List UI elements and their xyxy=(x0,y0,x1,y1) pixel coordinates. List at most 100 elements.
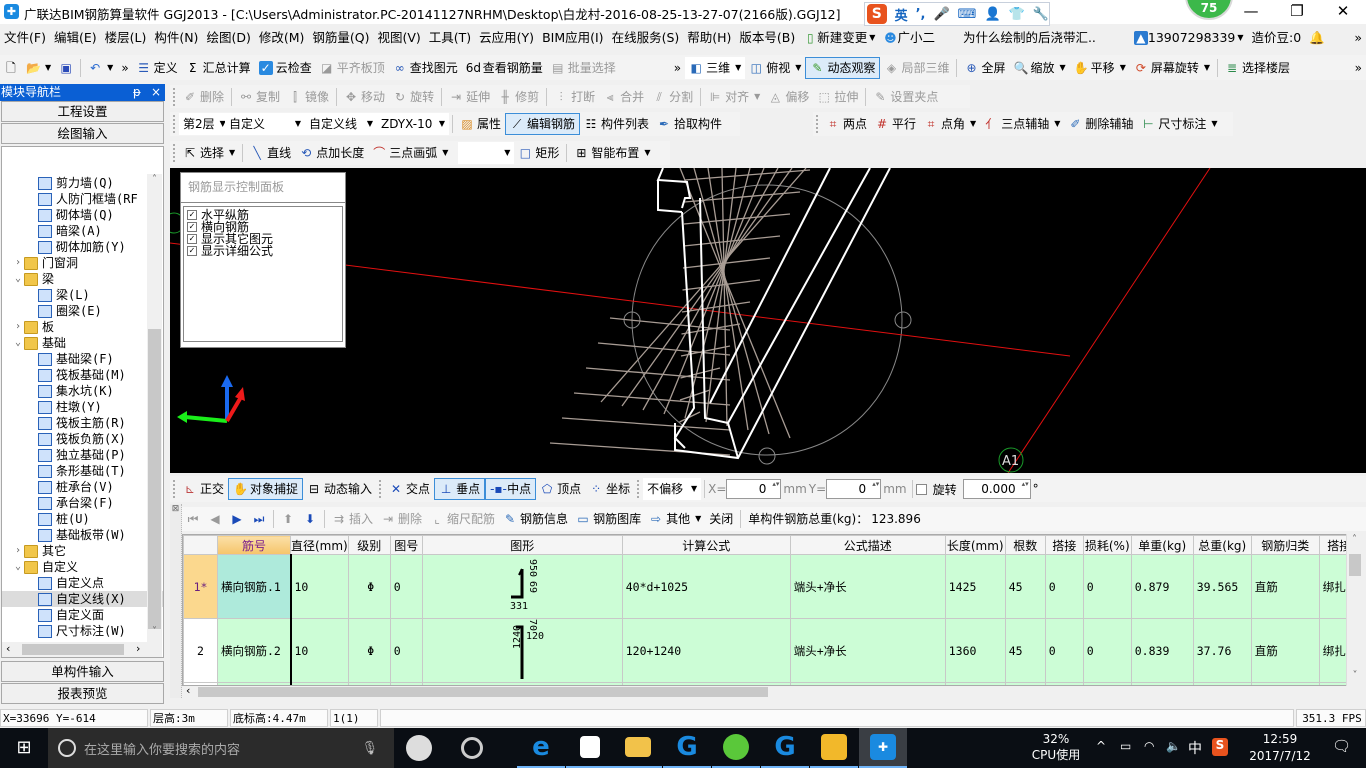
column-header[interactable]: 图号 xyxy=(389,535,423,555)
menu-draw[interactable]: 绘图(D) xyxy=(202,26,254,50)
three-point-arc-button[interactable]: ⌒ 三点画弧 ▼ xyxy=(368,142,452,164)
cell-category[interactable]: 直筋 xyxy=(1250,618,1320,683)
overflow-icon[interactable]: » xyxy=(117,57,132,79)
cell-grade[interactable]: Φ xyxy=(347,618,391,683)
cell-unit-weight[interactable]: 0.839 xyxy=(1130,618,1194,683)
checkbox[interactable]: ✓ xyxy=(187,210,197,220)
cell-count[interactable]: 45 xyxy=(1004,618,1046,683)
scroll-down-icon[interactable]: ˅ xyxy=(1347,670,1363,681)
collapse-icon[interactable]: ⌄ xyxy=(12,335,24,351)
assistant-button[interactable]: ☻ 广小二 xyxy=(879,26,939,50)
tree-item[interactable]: 筏板基础(M) xyxy=(2,367,163,383)
tree-item[interactable]: 基础梁(F) xyxy=(2,351,163,367)
cloud-check-button[interactable]: ✓ 云检查 xyxy=(255,57,316,79)
floor-select[interactable]: 第2层 ▼ xyxy=(179,113,226,135)
fullscreen-button[interactable]: ⊕ 全屏 xyxy=(960,57,1009,79)
tree-folder[interactable]: › 板 xyxy=(2,319,163,335)
menu-rebar-qty[interactable]: 钢筋量(Q) xyxy=(308,26,373,50)
bell-icon[interactable]: 🔔 xyxy=(1305,26,1329,50)
cell-length[interactable]: 1360 xyxy=(944,618,1006,683)
move-up-button[interactable]: ⬆ xyxy=(277,508,299,530)
menu-view[interactable]: 视图(V) xyxy=(373,26,424,50)
toolbar-grip[interactable] xyxy=(173,87,176,106)
point-length-button[interactable]: ⟲ 点加长度 xyxy=(295,142,368,164)
cell-fig-no[interactable]: 0 xyxy=(389,618,423,683)
collapse-icon[interactable]: ⌄ xyxy=(12,271,24,287)
move-button[interactable]: ✥ 移动 xyxy=(340,86,389,108)
news-link[interactable]: 为什么绘制的后浇带汇.. xyxy=(959,26,1100,50)
tree-item[interactable]: 自定义点 xyxy=(2,575,163,591)
rebar-info-button[interactable]: ✎ 钢筋信息 xyxy=(499,508,572,530)
cell-loss[interactable]: 0 xyxy=(1082,618,1132,683)
first-record-button[interactable]: ⏮ xyxy=(182,508,204,530)
tree-item[interactable]: 筏板主筋(R) xyxy=(2,415,163,431)
toolbar-grip[interactable] xyxy=(173,144,176,162)
taskbar-app-notify[interactable] xyxy=(448,728,496,768)
collapse-icon[interactable]: ⌄ xyxy=(12,559,24,575)
tree-item[interactable]: 自定义线(X) xyxy=(2,591,163,607)
column-header[interactable]: 总重(kg) xyxy=(1192,535,1252,555)
scroll-up-icon[interactable]: ˄ xyxy=(147,174,162,185)
microphone-icon[interactable]: 🎙 xyxy=(361,741,378,756)
user-icon[interactable]: 👤 xyxy=(984,7,1000,22)
dynamic-observe-button[interactable]: ✎ 动态观察 xyxy=(805,56,881,79)
dynamic-input-toggle[interactable]: ⊟ 动态输入 xyxy=(303,478,376,500)
cell-loss[interactable]: 0 xyxy=(1082,554,1132,619)
snap-intersection[interactable]: ✕ 交点 xyxy=(385,478,434,500)
local-3d-button[interactable]: ◈ 局部三维 xyxy=(880,57,953,79)
checkbox[interactable]: ✓ xyxy=(187,246,197,256)
tree-item[interactable]: 人防门框墙(RF xyxy=(2,191,163,207)
tree-item[interactable]: 基础板带(W) xyxy=(2,527,163,543)
cell-diameter[interactable]: 10 xyxy=(290,618,349,683)
punctuation-icon[interactable]: ’, xyxy=(916,7,926,22)
zoom-button[interactable]: 🔍 缩放 ▼ xyxy=(1010,57,1070,79)
offset-mode-select[interactable]: 不偏移 ▼ xyxy=(643,478,702,500)
taskbar-app-ggj-active[interactable]: ✚ xyxy=(859,728,907,768)
select-floor-button[interactable]: ≣ 选择楼层 xyxy=(1221,57,1294,79)
taskbar-app-fan[interactable] xyxy=(395,728,443,768)
scroll-right-icon[interactable]: › xyxy=(136,642,140,655)
x-input[interactable]: 0 xyxy=(726,479,782,499)
column-header[interactable]: 公式描述 xyxy=(789,535,946,555)
screen-rotate-button[interactable]: ⟳ 屏幕旋转 ▼ xyxy=(1130,57,1214,79)
column-header[interactable]: 单重(kg) xyxy=(1130,535,1194,555)
cell-diameter[interactable]: 10 xyxy=(290,554,349,619)
rebar-panel-grip[interactable]: ⊠ xyxy=(170,504,182,698)
menu-online[interactable]: 在线服务(S) xyxy=(608,26,684,50)
stretch-button[interactable]: ⬚ 拉伸 xyxy=(813,86,862,108)
pin-icon[interactable]: ᵽ xyxy=(133,84,141,101)
align-button[interactable]: ⊫ 对齐 ▼ xyxy=(704,86,764,108)
column-header[interactable]: 计算公式 xyxy=(621,535,791,555)
smart-layout-button[interactable]: ⊞ 智能布置 ▼ xyxy=(570,142,654,164)
find-element-button[interactable]: ∞ 查找图元 xyxy=(389,57,462,79)
undo-button[interactable]: ↶ ▼ xyxy=(84,57,117,79)
taskbar-search[interactable]: 在这里输入你要搜索的内容 🎙 xyxy=(48,728,394,768)
scroll-up-icon[interactable]: ˄ xyxy=(1347,534,1362,545)
cell-length[interactable]: 1425 xyxy=(944,554,1006,619)
taskbar-app-edge[interactable]: e xyxy=(517,728,565,768)
new-change-button[interactable]: ▯ 新建变更 ▼ xyxy=(799,26,879,50)
tree-item[interactable]: 砌体加筋(Y) xyxy=(2,239,163,255)
tree-folder[interactable]: ⌄ 基础 xyxy=(2,335,163,351)
point-angle-axis-button[interactable]: ⌗ 点角 ▼ xyxy=(920,113,980,135)
close-icon[interactable]: × xyxy=(151,84,161,101)
tree-folder[interactable]: › 门窗洞 xyxy=(2,255,163,271)
menu-cloud[interactable]: 云应用(Y) xyxy=(475,26,538,50)
wifi-icon[interactable]: ◠ xyxy=(1144,739,1154,753)
tree-folder[interactable]: ⌄ 自定义 xyxy=(2,559,163,575)
menu-tools[interactable]: 工具(T) xyxy=(425,26,475,50)
copy-button[interactable]: ⚯ 复制 xyxy=(235,86,284,108)
dimension-button[interactable]: ⊢ 尺寸标注 ▼ xyxy=(1137,113,1221,135)
tree-item[interactable]: 自定义面 xyxy=(2,607,163,623)
delete-row-button[interactable]: ⇥ 删除 xyxy=(377,508,426,530)
overflow-icon[interactable]: » xyxy=(1350,26,1366,50)
cell-count[interactable]: 45 xyxy=(1004,554,1046,619)
pan-button[interactable]: ✋ 平移 ▼ xyxy=(1070,57,1130,79)
select-button[interactable]: ⇱ 选择 ▼ xyxy=(179,142,239,164)
tree-item[interactable]: 柱墩(Y) xyxy=(2,399,163,415)
component-select[interactable]: ZDYX-10 ▼ xyxy=(377,113,449,135)
tree-folder[interactable]: › 其它 xyxy=(2,543,163,559)
y-input[interactable]: 0 xyxy=(826,479,882,499)
column-header[interactable]: 直径(mm) xyxy=(290,535,349,555)
split-button[interactable]: ⫽ 分割 xyxy=(648,86,697,108)
